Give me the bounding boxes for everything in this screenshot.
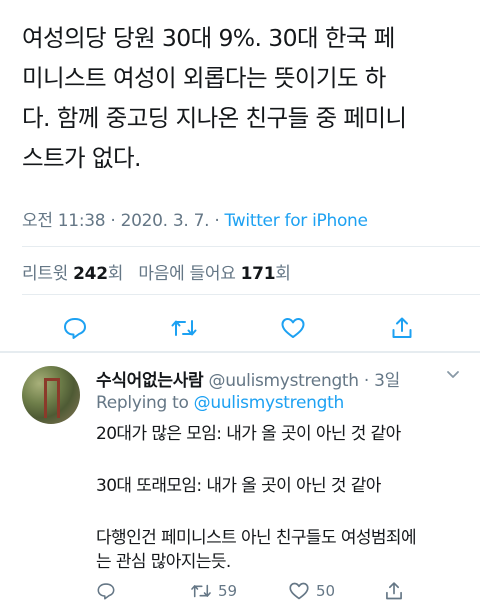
chevron-down-icon[interactable] [446, 370, 460, 380]
reply-button[interactable] [55, 308, 95, 348]
reply-age[interactable]: 3일 [374, 371, 400, 391]
heart-icon [289, 582, 309, 600]
reply-icon [97, 583, 115, 600]
reply-line: 30대 또래모임: 내가 올 곳이 아닌 것 같아 [96, 476, 381, 496]
retweet-icon [171, 320, 197, 336]
divider [22, 246, 480, 247]
retweets-count: 242 [73, 264, 108, 284]
reply-author-name[interactable]: 수식어없는사람 [96, 371, 204, 391]
tweet-text: 여성의당 당원 30대 9%. 30대 한국 페 미니스트 여성이 외롭다는 뜻… [22, 24, 407, 172]
meta-separator: · [209, 211, 225, 231]
retweet-icon [191, 584, 211, 598]
reply-header: 수식어없는사람 @uulismystrength · 3일 [96, 366, 400, 391]
reply-like-button[interactable]: 50 [288, 578, 335, 604]
reply-separator: · [358, 371, 375, 391]
replying-to-handle[interactable]: @uulismystrength [194, 393, 345, 413]
share-button[interactable] [382, 308, 422, 348]
tweet-actions [0, 308, 480, 348]
likes-stat[interactable]: 마음에 들어요 171회 [138, 264, 291, 284]
reply-line: 는 관심 많아지는듯. [96, 552, 231, 572]
tweet-meta: 오전 11:38 · 2020. 3. 7. · Twitter for iPh… [22, 206, 368, 231]
avatar[interactable] [22, 366, 80, 424]
heart-icon [281, 318, 305, 338]
reply-retweet-count: 59 [218, 582, 238, 600]
tweet-source[interactable]: Twitter for iPhone [225, 211, 368, 231]
likes-count: 171 [240, 264, 276, 284]
likes-label: 마음에 들어요 [138, 264, 236, 284]
retweets-unit: 회 [107, 264, 124, 284]
share-icon [386, 582, 402, 600]
reply-reply-button[interactable] [96, 578, 116, 604]
reply-line: 다행인건 페미니스트 아닌 친구들도 여성범죄에 [96, 528, 417, 548]
divider [22, 294, 480, 295]
tweet-date[interactable]: 2020. 3. 7. [121, 211, 210, 231]
tweet-time: 오전 11:38 [22, 211, 106, 231]
avatar-image [44, 378, 60, 418]
replying-to: Replying to @uulismystrength [96, 393, 344, 413]
like-button[interactable] [273, 308, 313, 348]
tweet-stats: 리트윗 242회 마음에 들어요 171회 [22, 259, 291, 284]
meta-separator: · [105, 211, 121, 231]
retweets-stat[interactable]: 리트윗 242회 [22, 264, 123, 284]
reply-line: 20대가 많은 모임: 내가 올 곳이 아닌 것 같아 [96, 424, 401, 444]
reply-text: 20대가 많은 모임: 내가 올 곳이 아닌 것 같아 30대 또래모임: 내가… [96, 422, 466, 574]
replying-prefix: Replying to [96, 393, 189, 413]
reply-share-button[interactable] [384, 578, 404, 604]
reply-retweet-button[interactable]: 59 [190, 578, 237, 604]
reply-actions: 59 50 [90, 578, 470, 604]
share-icon [392, 317, 412, 338]
reply-icon [64, 318, 86, 339]
retweet-button[interactable] [164, 308, 204, 348]
reply-author-handle[interactable]: @uulismystrength [209, 371, 360, 391]
reply-like-count: 50 [316, 582, 336, 600]
section-divider [0, 351, 480, 353]
retweets-label: 리트윗 [22, 264, 69, 284]
likes-unit: 회 [275, 264, 291, 284]
